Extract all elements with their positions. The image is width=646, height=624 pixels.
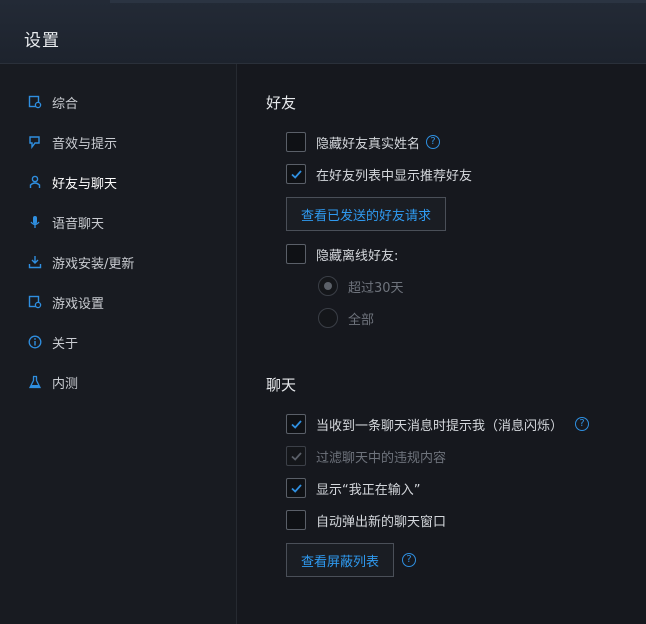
sidebar-item-install-update[interactable]: 游戏安装/更新 (28, 252, 134, 272)
section-title-chat: 聊天 (266, 376, 297, 394)
radio-selected-dot (324, 282, 332, 290)
show-typing-checkbox[interactable] (286, 478, 306, 498)
title-bar: 设置 (0, 0, 646, 64)
sidebar-item-beta[interactable]: 内测 (28, 372, 78, 392)
checkmark-icon (290, 419, 302, 429)
hide-offline-option[interactable]: 隐藏离线好友: (286, 244, 398, 264)
notify-message-checkbox[interactable] (286, 414, 306, 434)
sidebar-item-voice-chat[interactable]: 语音聊天 (28, 212, 104, 232)
filter-content-option: 过滤聊天中的违规内容 (286, 446, 446, 466)
flask-icon (28, 375, 42, 389)
offline-over-30-days-radio[interactable] (318, 276, 338, 296)
auto-popup-checkbox[interactable] (286, 510, 306, 530)
show-recommended-option[interactable]: 在好友列表中显示推荐好友 (286, 164, 472, 184)
checkmark-icon (290, 169, 302, 179)
section-title-friends: 好友 (266, 94, 297, 112)
notify-message-option[interactable]: 当收到一条聊天消息时提示我（消息闪烁） ? (286, 414, 590, 434)
offline-all-option[interactable]: 全部 (318, 308, 374, 328)
help-icon[interactable]: ? (426, 135, 441, 149)
download-icon (28, 255, 42, 269)
sidebar-item-general[interactable]: 综合 (28, 92, 78, 112)
filter-content-checkbox (286, 446, 306, 466)
sidebar-item-label: 游戏安装/更新 (52, 256, 135, 272)
hide-real-name-label: 隐藏好友真实姓名 (316, 136, 421, 152)
hide-offline-label: 隐藏离线好友: (316, 248, 399, 264)
settings-panel: 好友 隐藏好友真实姓名 ? 在好友列表中显示推荐好友 查看已发送的好友请求 隐藏… (238, 64, 646, 624)
sidebar-item-label: 游戏设置 (52, 296, 105, 312)
auto-popup-option[interactable]: 自动弹出新的聊天窗口 (286, 510, 446, 530)
help-icon[interactable]: ? (402, 553, 416, 567)
checkmark-icon (290, 483, 302, 493)
sidebar-item-about[interactable]: 关于 (28, 332, 78, 352)
show-typing-option[interactable]: 显示“我正在输入” (286, 478, 420, 498)
checkmark-icon (290, 451, 302, 461)
window-title: 设置 (24, 31, 60, 51)
offline-over-30-days-option[interactable]: 超过30天 (318, 276, 404, 296)
title-bar-accent (110, 0, 646, 3)
friends-icon (28, 175, 42, 189)
sidebar-item-label: 内测 (52, 376, 79, 392)
filter-content-label: 过滤聊天中的违规内容 (316, 450, 447, 466)
sidebar-item-label: 语音聊天 (52, 216, 105, 232)
sidebar-item-label: 好友与聊天 (52, 176, 118, 192)
hide-offline-checkbox[interactable] (286, 244, 306, 264)
sidebar-item-label: 综合 (52, 96, 79, 112)
sidebar-item-sound[interactable]: 音效与提示 (28, 132, 117, 152)
sidebar-item-friends-chat[interactable]: 好友与聊天 (28, 172, 117, 192)
show-typing-label: 显示“我正在输入” (316, 482, 421, 498)
auto-popup-label: 自动弹出新的聊天窗口 (316, 514, 447, 530)
sidebar: 综合 音效与提示 好友与聊天 语音聊天 游戏安装/更新 游戏设置 关于 内测 (0, 64, 237, 624)
sound-icon (28, 135, 42, 149)
show-recommended-checkbox[interactable] (286, 164, 306, 184)
notify-message-label: 当收到一条聊天消息时提示我（消息闪烁） (316, 418, 564, 434)
hide-real-name-checkbox[interactable] (286, 132, 306, 152)
info-icon (28, 335, 42, 349)
offline-all-radio[interactable] (318, 308, 338, 328)
offline-all-label: 全部 (348, 312, 375, 328)
game-settings-icon (28, 295, 42, 309)
sidebar-item-label: 关于 (52, 336, 79, 352)
sidebar-item-game-settings[interactable]: 游戏设置 (28, 292, 104, 312)
hide-real-name-option[interactable]: 隐藏好友真实姓名 ? (286, 132, 441, 152)
general-settings-icon (28, 95, 42, 109)
view-block-list-button[interactable]: 查看屏蔽列表 (286, 543, 395, 577)
sidebar-item-label: 音效与提示 (52, 136, 118, 152)
view-sent-requests-button[interactable]: 查看已发送的好友请求 (286, 197, 447, 231)
help-icon[interactable]: ? (575, 417, 590, 431)
offline-over-30-days-label: 超过30天 (348, 280, 404, 296)
microphone-icon (28, 215, 42, 229)
show-recommended-label: 在好友列表中显示推荐好友 (316, 168, 473, 184)
